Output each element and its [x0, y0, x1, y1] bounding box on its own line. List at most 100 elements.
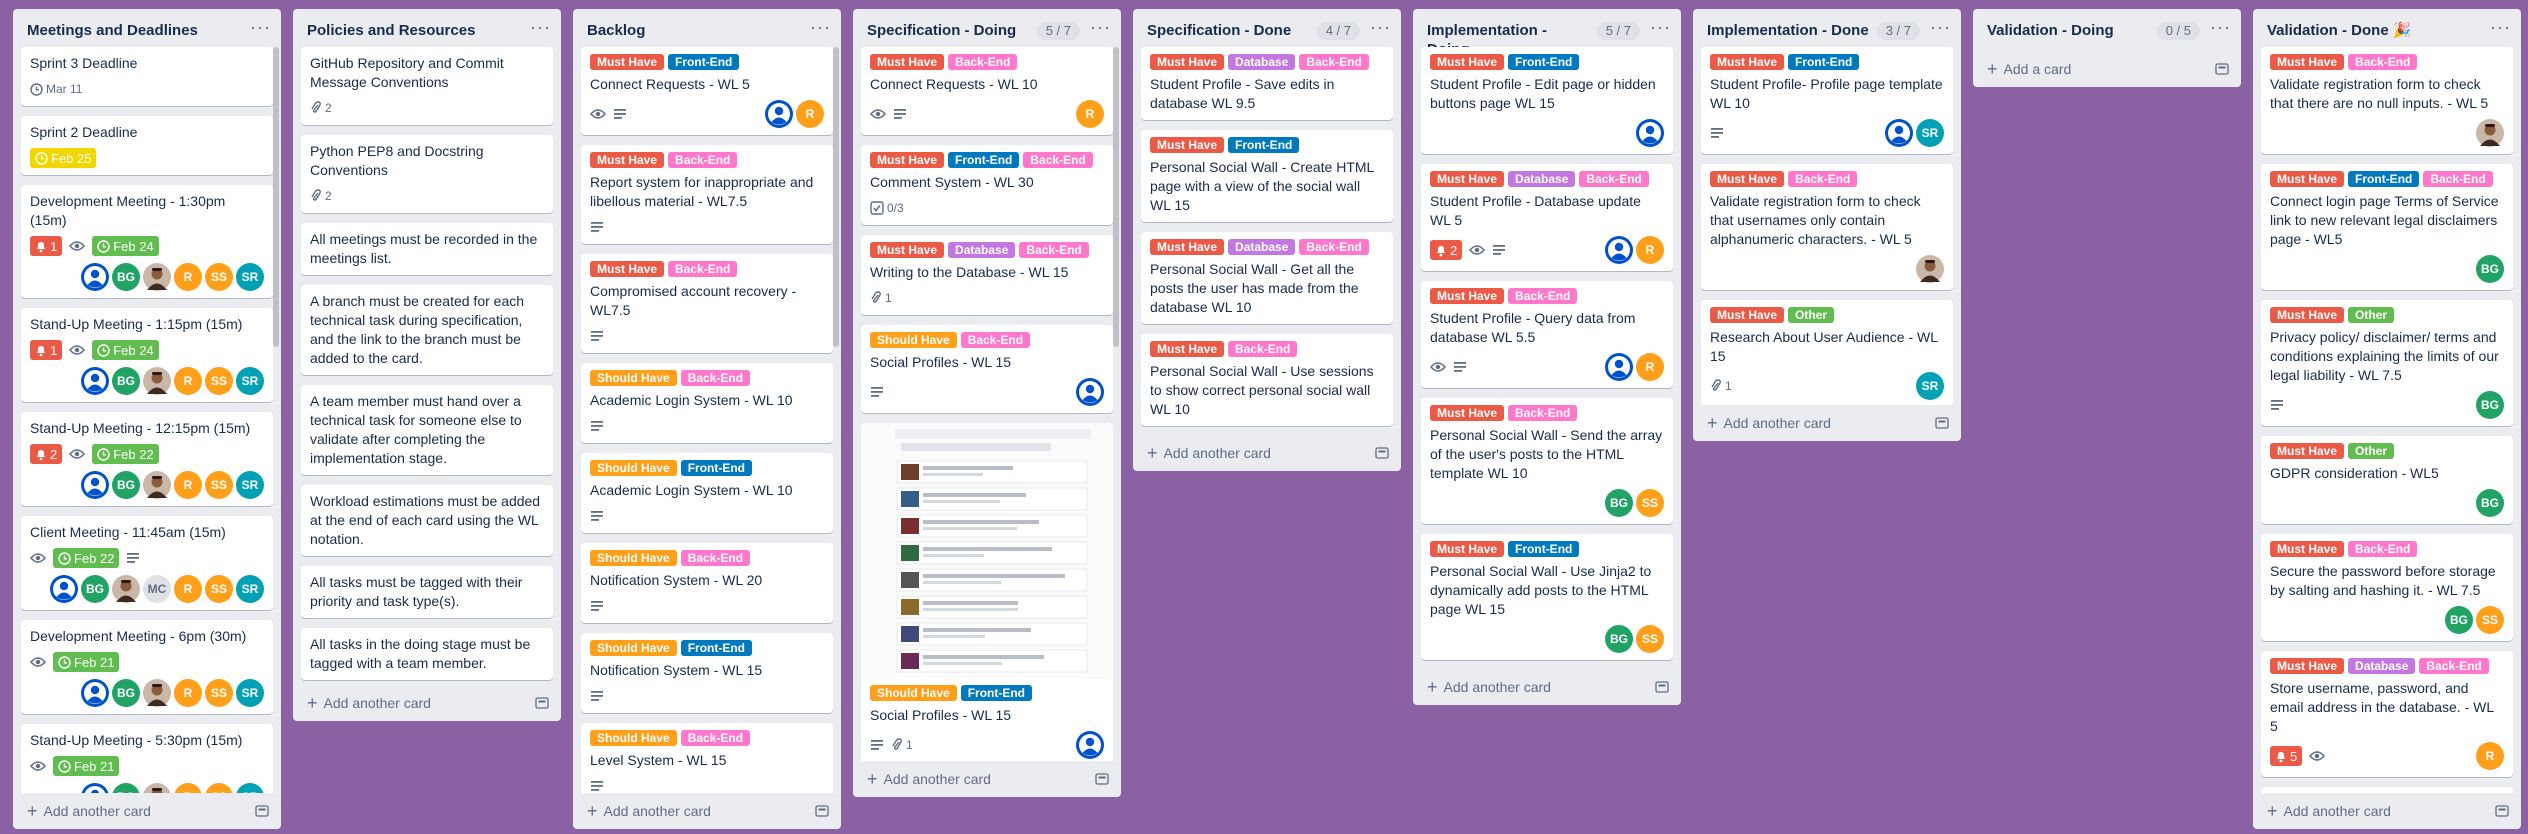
add-card-button[interactable]: + Add another card: [13, 793, 281, 829]
card[interactable]: Development Meeting - 6pm (30m) Feb 21 BG R…: [21, 620, 273, 714]
avatar-photo[interactable]: [143, 679, 171, 707]
avatar-initials[interactable]: SR: [1916, 119, 1944, 147]
list-title[interactable]: Specification - Doing: [867, 21, 1031, 40]
avatar-initials[interactable]: SS: [1636, 625, 1664, 653]
list-menu-icon[interactable]: ···: [2490, 17, 2511, 38]
card[interactable]: Must Have Front-End Back-End Connect login …: [2261, 164, 2513, 290]
avatar-default-icon[interactable]: [765, 100, 793, 128]
avatar-default-icon[interactable]: [1076, 731, 1104, 759]
avatar-initials[interactable]: BG: [112, 783, 140, 793]
card[interactable]: Development Meeting - 1:30pm (15m) 1 Feb 2…: [21, 185, 273, 298]
add-card-button[interactable]: + Add another card: [293, 685, 561, 721]
card[interactable]: Should Have Front-End Academic Login Syste…: [581, 453, 833, 533]
list-scrollbar[interactable]: [273, 47, 279, 347]
add-card-button[interactable]: + Add another card: [1693, 405, 1961, 441]
avatar-initials[interactable]: SR: [236, 263, 264, 291]
avatar-initials[interactable]: BG: [112, 471, 140, 499]
card-template-icon[interactable]: [1095, 773, 1109, 785]
avatar-initials[interactable]: SS: [205, 575, 233, 603]
list-menu-icon[interactable]: ···: [530, 17, 551, 38]
card[interactable]: Must Have Other Privacy policy/ disclaimer…: [2261, 300, 2513, 426]
avatar-initials[interactable]: R: [174, 679, 202, 707]
avatar-photo[interactable]: [143, 367, 171, 395]
card[interactable]: Must Have Back-End Personal Social Wall - …: [1141, 334, 1393, 426]
card[interactable]: Must Have Database Back-End Student Profile…: [1421, 164, 1673, 271]
avatar-initials[interactable]: BG: [1605, 625, 1633, 653]
list-scrollbar[interactable]: [1113, 47, 1119, 347]
card[interactable]: A team member must hand over a technical…: [301, 385, 553, 475]
list-menu-icon[interactable]: ···: [250, 17, 271, 38]
avatar-default-icon[interactable]: [1885, 119, 1913, 147]
avatar-initials[interactable]: SS: [205, 783, 233, 793]
avatar-initials[interactable]: R: [2476, 742, 2504, 770]
avatar-initials[interactable]: SR: [236, 783, 264, 793]
avatar-photo[interactable]: [143, 471, 171, 499]
card[interactable]: Must Have Front-End Personal Social Wall -…: [1421, 534, 1673, 660]
card[interactable]: Must Have Back-End Report system for inapp…: [581, 145, 833, 244]
card[interactable]: Must Have Back-End Validate registration f…: [1701, 164, 1953, 290]
avatar-initials[interactable]: SS: [205, 679, 233, 707]
add-card-button[interactable]: + Add another card: [1133, 435, 1401, 471]
list-scrollbar[interactable]: [833, 47, 839, 347]
card-template-icon[interactable]: [255, 805, 269, 817]
card[interactable]: Should Have Front-End Notification System …: [581, 633, 833, 713]
list-menu-icon[interactable]: ···: [810, 17, 831, 38]
card[interactable]: Must Have Database Back-End Personal Social…: [1141, 232, 1393, 324]
list-menu-icon[interactable]: ···: [2210, 17, 2231, 38]
avatar-initials[interactable]: R: [796, 100, 824, 128]
avatar-photo[interactable]: [2476, 119, 2504, 147]
card[interactable]: Must Have Front-End Student Profile - Edit…: [1421, 47, 1673, 154]
avatar-initials[interactable]: R: [174, 263, 202, 291]
list-title[interactable]: Validation - Doing: [1987, 21, 2151, 40]
card[interactable]: Must Have Other Research About User Audien…: [1701, 300, 1953, 405]
avatar-initials[interactable]: SR: [236, 575, 264, 603]
list-title[interactable]: Backlog: [587, 21, 800, 40]
list-title[interactable]: Validation - Done 🎉: [2267, 21, 2480, 40]
card[interactable]: Workload estimations must be added at th…: [301, 485, 553, 556]
avatar-initials[interactable]: R: [174, 783, 202, 793]
list-title[interactable]: Policies and Resources: [307, 21, 520, 40]
avatar-initials[interactable]: SR: [236, 679, 264, 707]
list-title[interactable]: Specification - Done: [1147, 21, 1311, 40]
card[interactable]: Should Have Back-End Social Profiles - WL …: [861, 325, 1113, 413]
avatar-initials[interactable]: R: [174, 367, 202, 395]
card[interactable]: Must Have Back-End Validate registration f…: [2261, 47, 2513, 154]
avatar-default-icon[interactable]: [1076, 378, 1104, 406]
card-template-icon[interactable]: [1655, 681, 1669, 693]
avatar-initials[interactable]: BG: [112, 263, 140, 291]
card[interactable]: A branch must be created for each techni…: [301, 285, 553, 375]
card-template-icon[interactable]: [535, 697, 549, 709]
avatar-default-icon[interactable]: [81, 471, 109, 499]
avatar-photo[interactable]: [143, 783, 171, 793]
card[interactable]: Should Have Back-End Notification System -…: [581, 543, 833, 623]
avatar-initials[interactable]: R: [1636, 236, 1664, 264]
avatar-initials[interactable]: BG: [81, 575, 109, 603]
avatar-initials[interactable]: SR: [1916, 372, 1944, 400]
avatar-initials[interactable]: R: [1636, 353, 1664, 381]
avatar-initials[interactable]: SS: [205, 471, 233, 499]
card-template-icon[interactable]: [1935, 417, 1949, 429]
card-template-icon[interactable]: [1375, 447, 1389, 459]
avatar-default-icon[interactable]: [81, 679, 109, 707]
add-card-button[interactable]: + Add another card: [1413, 669, 1681, 705]
avatar-default-icon[interactable]: [81, 367, 109, 395]
card[interactable]: Must Have Back-End Personal Social Wall - …: [1421, 398, 1673, 524]
avatar-default-icon[interactable]: [1636, 119, 1664, 147]
card-template-icon[interactable]: [2495, 805, 2509, 817]
avatar-initials[interactable]: SS: [205, 367, 233, 395]
avatar-default-icon[interactable]: [50, 575, 78, 603]
card[interactable]: Must Have Back-End Secure the password bef…: [2261, 534, 2513, 641]
card[interactable]: Should Have Back-End Academic Login System…: [581, 363, 833, 443]
card[interactable]: Client Meeting - 11:45am (15m) Feb 22 BG MC…: [21, 516, 273, 610]
card[interactable]: Stand-Up Meeting - 1:15pm (15m) 1 Feb 24 BG…: [21, 308, 273, 402]
card[interactable]: Stand-Up Meeting - 12:15pm (15m) 2 Feb 22 B…: [21, 412, 273, 506]
card[interactable]: Must Have Database Back-End Store username,…: [2261, 651, 2513, 777]
avatar-photo[interactable]: [143, 263, 171, 291]
card[interactable]: Sprint 2 Deadline Feb 25: [21, 116, 273, 175]
avatar-default-icon[interactable]: [81, 263, 109, 291]
avatar-default-icon[interactable]: [81, 783, 109, 793]
card[interactable]: Stand-Up Meeting - 5:30pm (15m) Feb 21 BG R…: [21, 724, 273, 793]
card[interactable]: Must Have Database Back-End Student Profile…: [1141, 47, 1393, 120]
avatar-initials[interactable]: R: [174, 471, 202, 499]
avatar-initials[interactable]: BG: [2476, 255, 2504, 283]
